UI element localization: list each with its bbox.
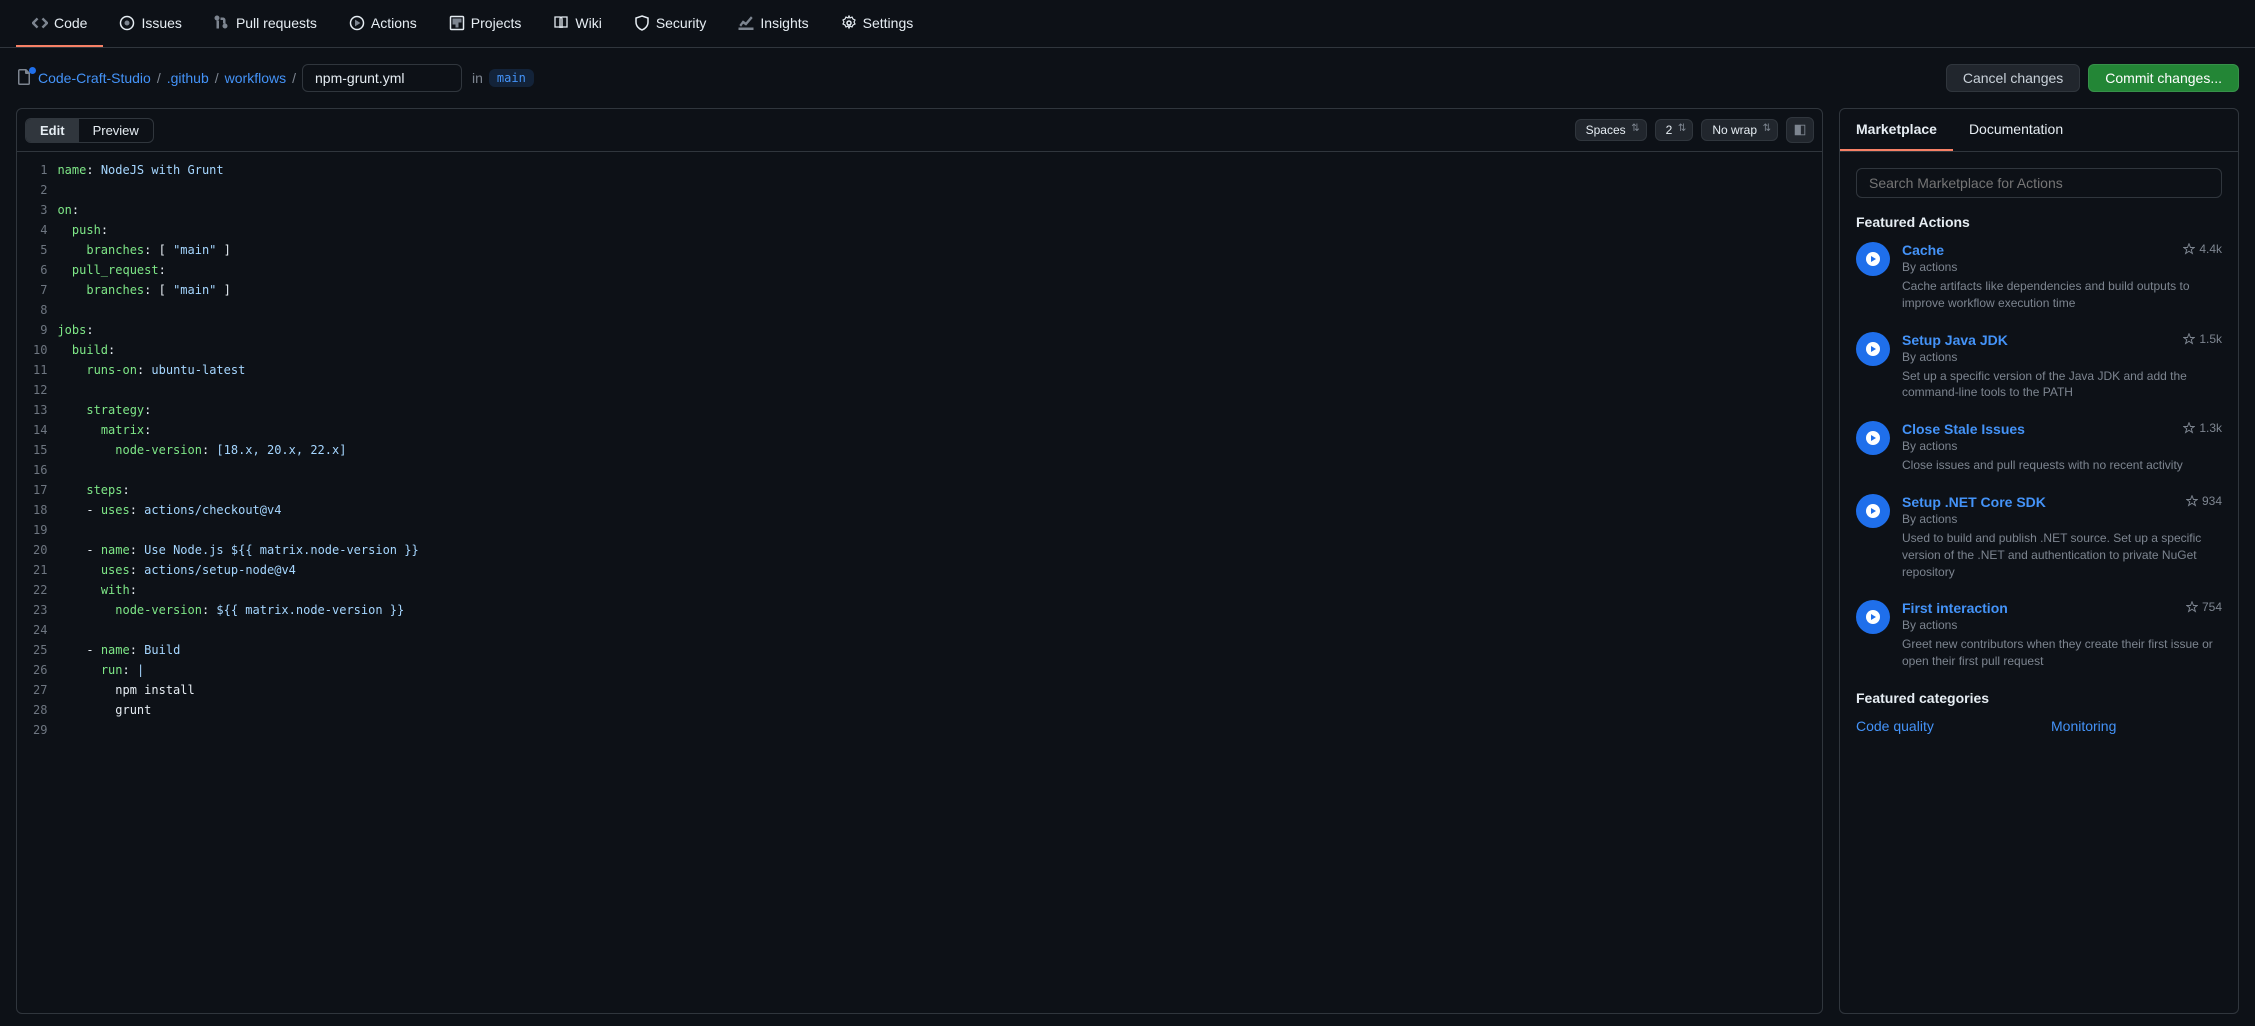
indent-size-select[interactable]: 2 xyxy=(1655,119,1694,141)
action-stars: 754 xyxy=(2186,600,2222,614)
featured-categories-heading: Featured categories xyxy=(1856,690,2222,706)
action-title[interactable]: Setup .NET Core SDK xyxy=(1902,494,2046,510)
documentation-tab[interactable]: Documentation xyxy=(1953,109,2079,151)
wrap-select[interactable]: No wrap xyxy=(1701,119,1778,141)
action-description: Close issues and pull requests with no r… xyxy=(1902,457,2222,474)
nav-tab-label: Issues xyxy=(141,15,181,31)
nav-tab-label: Code xyxy=(54,15,87,31)
play-icon xyxy=(1856,494,1890,528)
action-description: Cache artifacts like dependencies and bu… xyxy=(1902,278,2222,312)
action-description: Used to build and publish .NET source. S… xyxy=(1902,530,2222,580)
nav-tab-projects[interactable]: Projects xyxy=(433,0,538,47)
edit-tab[interactable]: Edit xyxy=(26,119,79,142)
play-icon xyxy=(1856,242,1890,276)
action-title[interactable]: Cache xyxy=(1902,242,1944,258)
editor-tab-group: Edit Preview xyxy=(25,118,154,143)
marketplace-sidebar: Marketplace Documentation Featured Actio… xyxy=(1839,108,2239,1014)
action-author: By actions xyxy=(1902,618,2222,632)
nav-tab-security[interactable]: Security xyxy=(618,0,723,47)
action-stars: 1.5k xyxy=(2183,332,2222,346)
nav-tab-label: Projects xyxy=(471,15,522,31)
nav-tab-label: Actions xyxy=(371,15,417,31)
action-author: By actions xyxy=(1902,260,2222,274)
action-title[interactable]: Setup Java JDK xyxy=(1902,332,2008,348)
sidebar-toggle-icon[interactable] xyxy=(1786,117,1814,143)
action-title[interactable]: Close Stale Issues xyxy=(1902,421,2025,437)
action-author: By actions xyxy=(1902,350,2222,364)
cancel-button[interactable]: Cancel changes xyxy=(1946,64,2080,92)
action-stars: 934 xyxy=(2186,494,2222,508)
breadcrumb-row: Code-Craft-Studio / .github / workflows … xyxy=(0,48,2255,108)
repo-nav: Code Issues Pull requests Actions Projects Wi… xyxy=(0,0,2255,48)
action-description: Set up a specific version of the Java JD… xyxy=(1902,368,2222,402)
action-description: Greet new contributors when they create … xyxy=(1902,636,2222,670)
action-item[interactable]: Setup .NET Core SDK 934 By actions Used to … xyxy=(1856,494,2222,580)
nav-tab-actions[interactable]: Actions xyxy=(333,0,433,47)
filename-input[interactable] xyxy=(302,64,462,92)
breadcrumb-sep: / xyxy=(292,70,296,86)
nav-tab-pull-requests[interactable]: Pull requests xyxy=(198,0,333,47)
featured-actions-heading: Featured Actions xyxy=(1856,214,2222,230)
preview-tab[interactable]: Preview xyxy=(79,119,153,142)
nav-tab-label: Settings xyxy=(863,15,914,31)
nav-tab-label: Insights xyxy=(760,15,808,31)
category-link[interactable]: Monitoring xyxy=(2051,718,2222,734)
nav-tab-code[interactable]: Code xyxy=(16,0,103,47)
play-icon xyxy=(1856,332,1890,366)
play-icon xyxy=(1856,600,1890,634)
action-author: By actions xyxy=(1902,439,2222,453)
nav-tab-label: Pull requests xyxy=(236,15,317,31)
action-item[interactable]: Cache 4.4k By actions Cache artifacts like … xyxy=(1856,242,2222,312)
category-link[interactable]: Code quality xyxy=(1856,718,2027,734)
breadcrumb-sep: / xyxy=(157,70,161,86)
commit-button[interactable]: Commit changes... xyxy=(2088,64,2239,92)
in-label: in xyxy=(472,70,483,86)
play-icon xyxy=(1856,421,1890,455)
breadcrumb-path2[interactable]: workflows xyxy=(225,70,286,86)
breadcrumb-path1[interactable]: .github xyxy=(167,70,209,86)
marketplace-search-input[interactable] xyxy=(1856,168,2222,198)
branch-badge[interactable]: main xyxy=(489,69,534,87)
file-edit-icon xyxy=(16,69,32,88)
action-item[interactable]: Setup Java JDK 1.5k By actions Set up a spe… xyxy=(1856,332,2222,402)
nav-tab-wiki[interactable]: Wiki xyxy=(537,0,617,47)
action-item[interactable]: First interaction 754 By actions Greet new … xyxy=(1856,600,2222,670)
nav-tab-label: Security xyxy=(656,15,707,31)
indent-select[interactable]: Spaces xyxy=(1575,119,1647,141)
action-item[interactable]: Close Stale Issues 1.3k By actions Close is… xyxy=(1856,421,2222,474)
editor-toolbar: Edit Preview Spaces 2 No wrap xyxy=(17,109,1822,152)
breadcrumb-sep: / xyxy=(215,70,219,86)
breadcrumb-repo[interactable]: Code-Craft-Studio xyxy=(38,70,151,86)
nav-tab-settings[interactable]: Settings xyxy=(825,0,930,47)
action-title[interactable]: First interaction xyxy=(1902,600,2008,616)
editor-panel: Edit Preview Spaces 2 No wrap 1234567891… xyxy=(16,108,1823,1014)
action-stars: 4.4k xyxy=(2183,242,2222,256)
nav-tab-label: Wiki xyxy=(575,15,601,31)
code-editor[interactable]: 1234567891011121314151617181920212223242… xyxy=(17,152,1822,1013)
action-stars: 1.3k xyxy=(2183,421,2222,435)
marketplace-tab[interactable]: Marketplace xyxy=(1840,109,1953,151)
nav-tab-insights[interactable]: Insights xyxy=(722,0,824,47)
action-author: By actions xyxy=(1902,512,2222,526)
nav-tab-issues[interactable]: Issues xyxy=(103,0,197,47)
